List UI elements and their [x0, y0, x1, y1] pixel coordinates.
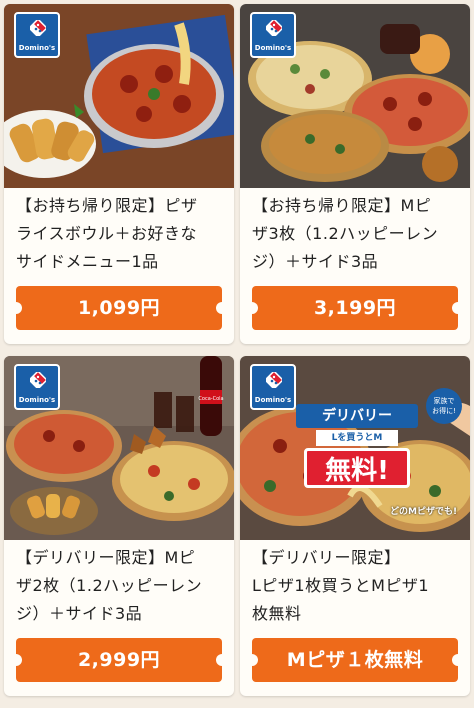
offer-card-2[interactable]: Domino's 【お持ち帰り限定】Mピ ザ3枚（1.2ハッピーレン ジ）＋サイ… [240, 4, 470, 344]
offer-image-1: Domino's [4, 4, 234, 188]
price-button[interactable]: 1,099円 [14, 286, 224, 330]
desc-line: ライスボウル＋お好きな [16, 224, 198, 243]
offer-grid: Domino's 【お持ち帰り限定】ピザ ライスボウル＋お好きな サイドメニュー… [0, 0, 474, 708]
price-button[interactable]: 3,199円 [250, 286, 460, 330]
dominoes-logo-icon [266, 372, 282, 388]
ticket-notch-right [452, 302, 460, 314]
dominoes-logo-icon [30, 20, 46, 36]
logo-text: Domino's [18, 44, 56, 52]
desc-line: 【デリバリー限定】 [252, 548, 401, 567]
offer-card-4[interactable]: Domino's デリバリー Lを買うとM 無料! 家族で お得に! どのMピザ… [240, 356, 470, 696]
offer-description: 【デリバリー限定】 Lピザ1枚買うとMピザ1 枚無料 [252, 544, 462, 628]
ticket-notch-right [216, 302, 224, 314]
bottle-label: Coca-Cola [198, 396, 223, 402]
desc-line: サイドメニュー1品 [16, 252, 159, 271]
promo-badge: デリバリー Lを買うとM 無料! [296, 404, 418, 492]
offer-image-3: Coca-Cola Domino's [4, 356, 234, 540]
ticket-notch-left [250, 302, 258, 314]
dominoes-logo-icon [30, 372, 46, 388]
price-button[interactable]: 2,999円 [14, 638, 224, 682]
offer-card-3[interactable]: Coca-Cola Domino's 【デリバリー限定】Mピ ザ2枚（1.2ハッ… [4, 356, 234, 696]
dominos-logo: Domino's [14, 364, 60, 410]
desc-line: ザ3枚（1.2ハッピーレン [252, 224, 439, 243]
promo-caption: どのMピザでも! [390, 507, 458, 517]
offer-description: 【デリバリー限定】Mピ ザ2枚（1.2ハッピーレン ジ）＋サイド3品 [16, 544, 226, 628]
promo-circle-line: 家族で [433, 397, 455, 405]
ticket-notch-right [452, 654, 460, 666]
promo-free-label: 無料! [304, 448, 410, 488]
desc-line: 【お持ち帰り限定】Mピ [252, 196, 432, 215]
desc-line: 【デリバリー限定】Mピ [16, 548, 196, 567]
ticket-notch-right [216, 654, 224, 666]
offer-description: 【お持ち帰り限定】ピザ ライスボウル＋お好きな サイドメニュー1品 [16, 192, 226, 276]
desc-line: 【お持ち帰り限定】ピザ [16, 196, 198, 215]
price-label: 3,199円 [313, 297, 397, 319]
logo-text: Domino's [254, 44, 292, 52]
offer-image-4: Domino's デリバリー Lを買うとM 無料! 家族で お得に! どのMピザ… [240, 356, 470, 540]
dominos-logo: Domino's [250, 364, 296, 410]
dominos-logo: Domino's [250, 12, 296, 58]
desc-line: ジ）＋サイド3品 [16, 604, 143, 623]
offer-description: 【お持ち帰り限定】Mピ ザ3枚（1.2ハッピーレン ジ）＋サイド3品 [252, 192, 462, 276]
promo-circle-line: お得に! [432, 407, 456, 415]
price-label: 1,099円 [77, 297, 161, 319]
dominoes-logo-icon [266, 20, 282, 36]
offer-card-1[interactable]: Domino's 【お持ち帰り限定】ピザ ライスボウル＋お好きな サイドメニュー… [4, 4, 234, 344]
promo-circle-badge: 家族で お得に! [426, 388, 462, 424]
logo-text: Domino's [18, 396, 56, 404]
logo-text: Domino's [254, 396, 292, 404]
desc-line: ジ）＋サイド3品 [252, 252, 379, 271]
dominos-logo: Domino's [14, 12, 60, 58]
price-label: 2,999円 [77, 649, 161, 671]
desc-line: ザ2枚（1.2ハッピーレン [16, 576, 203, 595]
promo-subtitle: Lを買うとM [316, 430, 398, 446]
price-button[interactable]: Mピザ１枚無料 [250, 638, 460, 682]
ticket-notch-left [14, 654, 22, 666]
desc-line: 枚無料 [252, 604, 302, 623]
price-label: Mピザ１枚無料 [286, 649, 424, 671]
desc-line: Lピザ1枚買うとMピザ1 [252, 576, 430, 595]
ticket-notch-left [250, 654, 258, 666]
promo-title: デリバリー [296, 404, 418, 428]
ticket-notch-left [14, 302, 22, 314]
offer-image-2: Domino's [240, 4, 470, 188]
